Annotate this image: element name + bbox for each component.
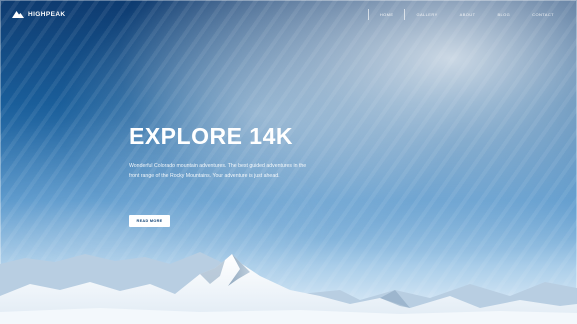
hero-description: Wonderful Colorado mountain adventures. … <box>129 163 307 179</box>
mountain-logo-icon <box>12 11 24 18</box>
nav-item-blog[interactable]: BLOG <box>486 12 521 17</box>
hero-content: EXPLORE 14K Wonderful Colorado mountain … <box>129 125 329 181</box>
hero-title: EXPLORE 14K <box>129 123 293 149</box>
nav-item-gallery[interactable]: GALLERY <box>405 12 448 17</box>
nav-item-about[interactable]: ABOUT <box>449 12 487 17</box>
hero-section: HIGHPEAK HOME GALLERY ABOUT BLOG CONTACT… <box>0 0 577 324</box>
nav-item-contact[interactable]: CONTACT <box>521 12 565 17</box>
main-nav: HOME GALLERY ABOUT BLOG CONTACT <box>367 8 565 20</box>
nav-item-home[interactable]: HOME <box>367 8 406 20</box>
mountain-range-image <box>0 252 577 324</box>
brand-name: HIGHPEAK <box>28 10 66 18</box>
brand-logo[interactable]: HIGHPEAK <box>12 10 66 18</box>
top-navigation-bar: HIGHPEAK HOME GALLERY ABOUT BLOG CONTACT <box>0 0 577 28</box>
